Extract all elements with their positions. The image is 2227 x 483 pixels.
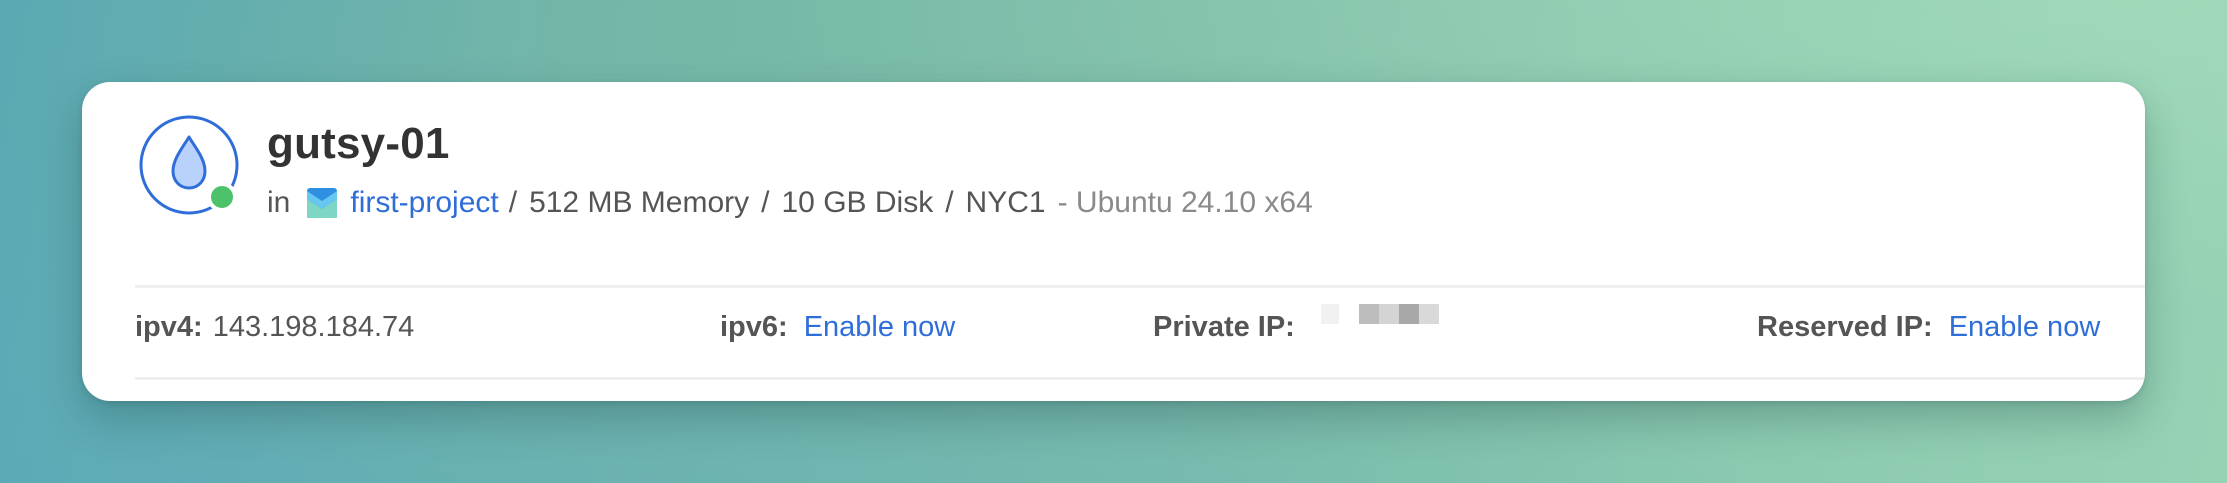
- ipv6-field: ipv6: Enable now: [720, 304, 955, 350]
- separator: /: [761, 186, 770, 219]
- droplet-name: gutsy-01: [267, 119, 450, 168]
- separator: /: [945, 186, 954, 219]
- reserved-ip-field: Reserved IP: Enable now: [1757, 304, 2100, 350]
- ipv4-label: ipv4:: [135, 310, 203, 343]
- divider: [135, 377, 2145, 380]
- ipv6-enable-link[interactable]: Enable now: [804, 311, 956, 344]
- divider: [135, 285, 2145, 288]
- reserved-ip-enable-link[interactable]: Enable now: [1949, 311, 2101, 344]
- status-online-indicator: [207, 182, 237, 212]
- region: NYC1: [965, 186, 1046, 219]
- separator: /: [508, 186, 518, 219]
- ipv4-field: ipv4: 143.198.184.74: [135, 304, 414, 350]
- project-link[interactable]: first-project: [350, 186, 498, 220]
- disk-spec: 10 GB Disk: [781, 186, 934, 219]
- project-icon: [307, 188, 338, 218]
- private-ip-field: Private IP:: [1153, 304, 1439, 350]
- in-label: in: [267, 186, 291, 219]
- droplet-card: gutsy-01 in first-project / 512 MB Memor…: [82, 82, 2145, 401]
- private-ip-redacted: [1320, 304, 1439, 334]
- memory-spec: 512 MB Memory: [529, 186, 750, 219]
- os-image: - Ubuntu 24.10 x64: [1057, 186, 1313, 219]
- ipv4-value[interactable]: 143.198.184.74: [213, 311, 415, 344]
- private-ip-label: Private IP:: [1153, 310, 1295, 343]
- ipv6-label: ipv6:: [720, 310, 788, 343]
- droplet-details: in first-project / 512 MB Memory / 10 GB…: [267, 180, 1313, 226]
- reserved-ip-label: Reserved IP:: [1757, 310, 1933, 343]
